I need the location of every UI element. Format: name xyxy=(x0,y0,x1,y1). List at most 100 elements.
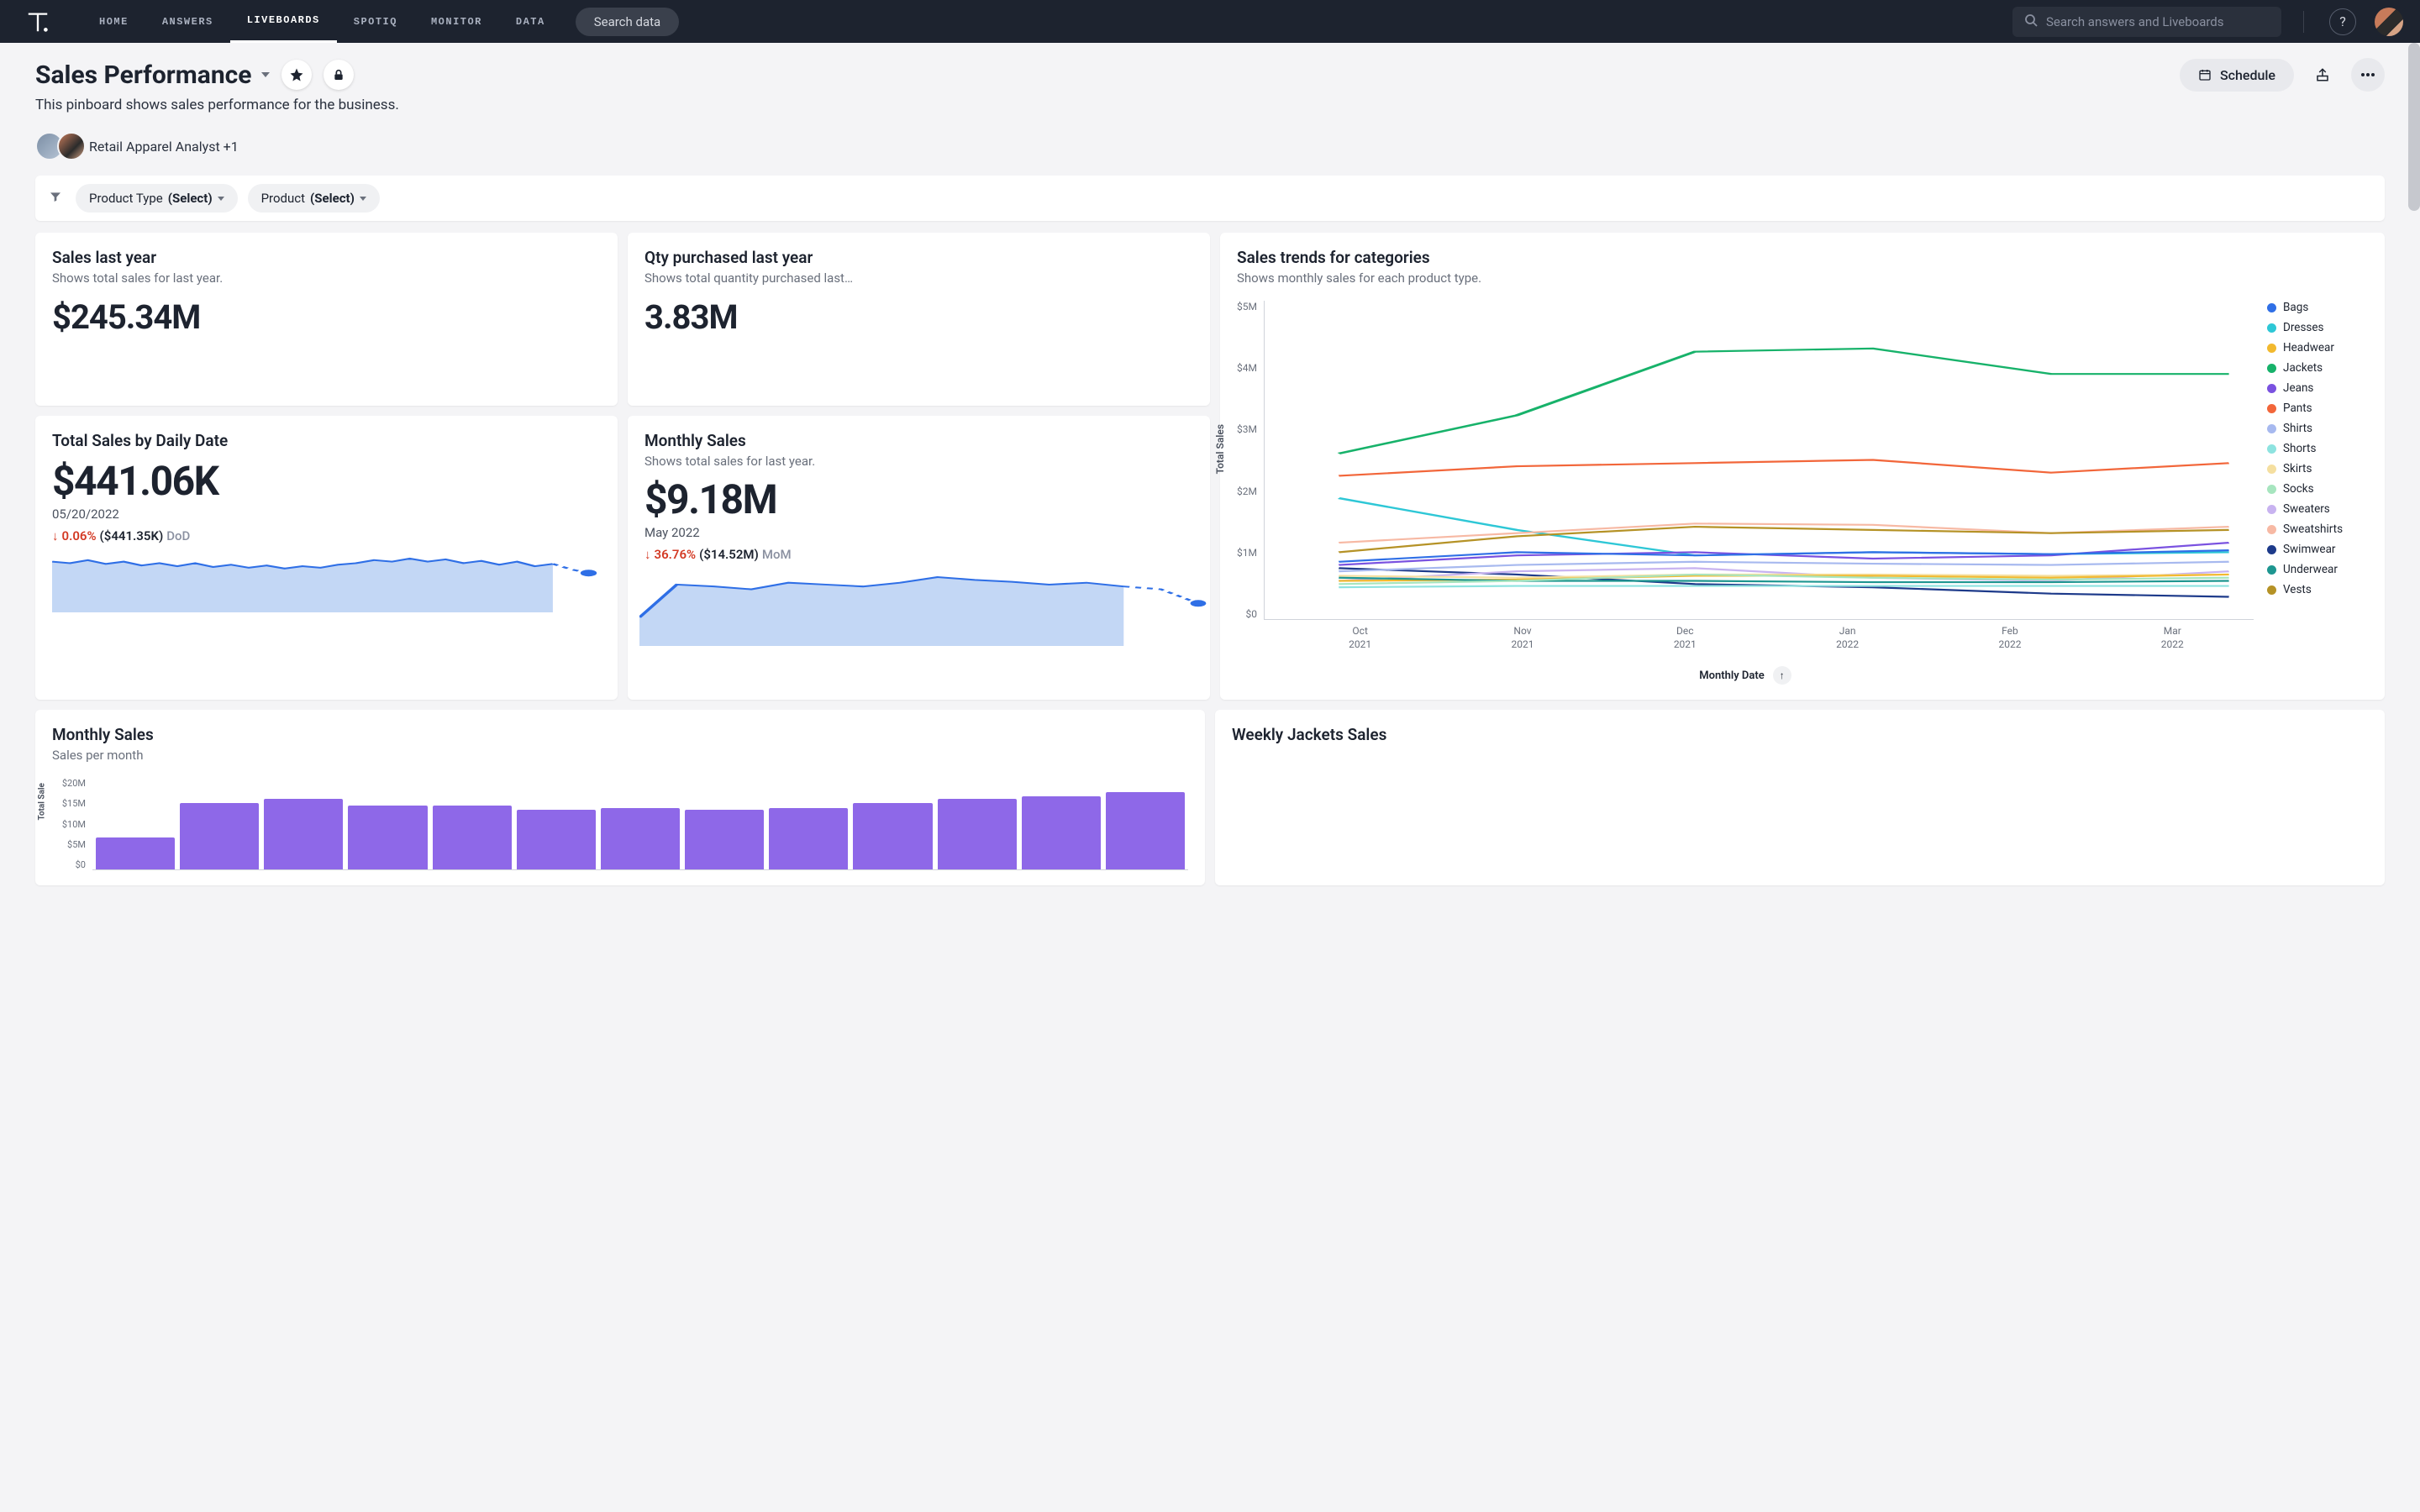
help-button[interactable]: ? xyxy=(2329,8,2356,35)
bar[interactable] xyxy=(517,810,596,869)
bar[interactable] xyxy=(601,808,680,870)
card-trends[interactable]: Sales trends for categories Shows monthl… xyxy=(1220,233,2385,700)
y-axis-ticks: $5M$4M$3M$2M$1M$0 xyxy=(1237,301,1264,620)
legend-item[interactable]: Socks xyxy=(2267,482,2368,496)
change-pct: 36.76% xyxy=(655,547,697,562)
bar[interactable] xyxy=(1106,792,1185,870)
kpi-value: $441.06K xyxy=(52,457,601,505)
bar[interactable] xyxy=(1022,796,1101,869)
legend-item[interactable]: Sweatshirts xyxy=(2267,522,2368,536)
card-sub: Sales per month xyxy=(52,748,1188,763)
filter-product[interactable]: Product (Select) xyxy=(248,184,380,213)
card-daily-sales[interactable]: Total Sales by Daily Date $441.06K 05/20… xyxy=(35,416,618,700)
bar[interactable] xyxy=(769,808,848,870)
title-row: Sales Performance Schedule xyxy=(35,58,2385,92)
change-period: MoM xyxy=(762,547,792,562)
legend-label: Vests xyxy=(2283,583,2312,596)
schedule-button[interactable]: Schedule xyxy=(2180,59,2294,92)
calendar-icon xyxy=(2198,68,2212,81)
favorite-button[interactable] xyxy=(281,60,312,90)
nav-spotiq[interactable]: SPOTIQ xyxy=(337,0,414,43)
legend-item[interactable]: Headwear xyxy=(2267,341,2368,354)
card-title: Weekly Jackets Sales xyxy=(1232,725,2368,744)
card-sub: Shows total sales for last year. xyxy=(644,454,1193,469)
legend-label: Sweaters xyxy=(2283,502,2330,516)
more-button[interactable] xyxy=(2351,58,2385,92)
legend-label: Swimwear xyxy=(2283,543,2336,556)
legend-label: Pants xyxy=(2283,402,2312,415)
filter-product-type[interactable]: Product Type (Select) xyxy=(76,184,238,213)
bar[interactable] xyxy=(853,803,932,869)
card-weekly-jackets[interactable]: Weekly Jackets Sales xyxy=(1215,710,2385,885)
legend-item[interactable]: Skirts xyxy=(2267,462,2368,475)
trends-plot[interactable] xyxy=(1264,301,2254,620)
legend-dot-icon xyxy=(2267,404,2276,413)
legend-item[interactable]: Bags xyxy=(2267,301,2368,314)
trends-chart: Total Sales $5M$4M$3M$2M$1M$0 Oct2021Nov… xyxy=(1237,301,2368,685)
bars-container[interactable] xyxy=(92,778,1188,870)
filter-icon[interactable] xyxy=(45,190,66,207)
legend-item[interactable]: Shirts xyxy=(2267,422,2368,435)
card-sales-last-year[interactable]: Sales last year Shows total sales for la… xyxy=(35,233,618,406)
page-title-text: Sales Performance xyxy=(35,60,251,90)
card-sub: Shows total sales for last year. xyxy=(52,270,601,286)
legend-label: Headwear xyxy=(2283,341,2334,354)
legend-item[interactable]: Pants xyxy=(2267,402,2368,415)
kpi-change: ↓ 36.76% ($14.52M) MoM xyxy=(644,547,1193,562)
bar[interactable] xyxy=(685,810,764,869)
bar[interactable] xyxy=(433,806,512,869)
bar[interactable] xyxy=(938,799,1017,869)
legend-item[interactable]: Sweaters xyxy=(2267,502,2368,516)
bar-chart: $20M $15M $10M $5M $0 xyxy=(52,778,1188,870)
search-data-button[interactable]: Search data xyxy=(576,8,679,36)
legend-item[interactable]: Jackets xyxy=(2267,361,2368,375)
legend-label: Dresses xyxy=(2283,321,2324,334)
nav-home[interactable]: HOME xyxy=(82,0,145,43)
legend-item[interactable]: Dresses xyxy=(2267,321,2368,334)
nav-monitor[interactable]: MONITOR xyxy=(414,0,499,43)
legend-item[interactable]: Shorts xyxy=(2267,442,2368,455)
schedule-label: Schedule xyxy=(2220,67,2275,83)
legend-item[interactable]: Swimwear xyxy=(2267,543,2368,556)
global-search-input[interactable]: Search answers and Liveboards xyxy=(2012,7,2281,37)
legend-item[interactable]: Vests xyxy=(2267,583,2368,596)
logo[interactable] xyxy=(25,9,50,34)
nav-answers[interactable]: ANSWERS xyxy=(145,0,230,43)
divider xyxy=(2303,11,2304,33)
bar[interactable] xyxy=(180,803,259,869)
bar[interactable] xyxy=(96,837,175,869)
legend-dot-icon xyxy=(2267,565,2276,575)
authors-text[interactable]: Retail Apparel Analyst +1 xyxy=(89,139,239,155)
change-pct: 0.06% xyxy=(62,528,97,543)
legend-item[interactable]: Jeans xyxy=(2267,381,2368,395)
authors-row: Retail Apparel Analyst +1 xyxy=(35,132,2385,160)
filter-value: (Select) xyxy=(310,191,355,206)
nav-liveboards[interactable]: LIVEBOARDS xyxy=(230,0,337,43)
author-avatars[interactable] xyxy=(35,132,79,160)
legend-dot-icon xyxy=(2267,585,2276,595)
card-monthly-bar[interactable]: Monthly Sales Sales per month Total Sale… xyxy=(35,710,1205,885)
bar[interactable] xyxy=(264,799,343,869)
bottom-row: Monthly Sales Sales per month Total Sale… xyxy=(35,710,2385,885)
y-axis-label: Total Sales xyxy=(1214,424,1226,474)
user-avatar[interactable] xyxy=(2375,8,2403,36)
legend-dot-icon xyxy=(2267,525,2276,534)
legend-label: Shorts xyxy=(2283,442,2316,455)
bar[interactable] xyxy=(348,806,427,869)
sort-button[interactable]: ↑ xyxy=(1773,666,1791,685)
scrollbar[interactable] xyxy=(2408,43,2420,211)
page-title[interactable]: Sales Performance xyxy=(35,60,270,90)
legend-label: Jackets xyxy=(2283,361,2323,375)
legend-label: Jeans xyxy=(2283,381,2313,395)
nav-items: HOME ANSWERS LIVEBOARDS SPOTIQ MONITOR D… xyxy=(82,0,562,43)
down-arrow-icon: ↓ xyxy=(52,528,59,543)
lock-button[interactable] xyxy=(324,60,354,90)
legend-dot-icon xyxy=(2267,364,2276,373)
nav-data[interactable]: DATA xyxy=(499,0,562,43)
share-button[interactable] xyxy=(2306,58,2339,92)
change-abs: ($14.52M) xyxy=(699,547,759,562)
legend-item[interactable]: Underwear xyxy=(2267,563,2368,576)
card-qty-last-year[interactable]: Qty purchased last year Shows total quan… xyxy=(628,233,1210,406)
card-monthly-kpi[interactable]: Monthly Sales Shows total sales for last… xyxy=(628,416,1210,700)
legend-label: Skirts xyxy=(2283,462,2312,475)
